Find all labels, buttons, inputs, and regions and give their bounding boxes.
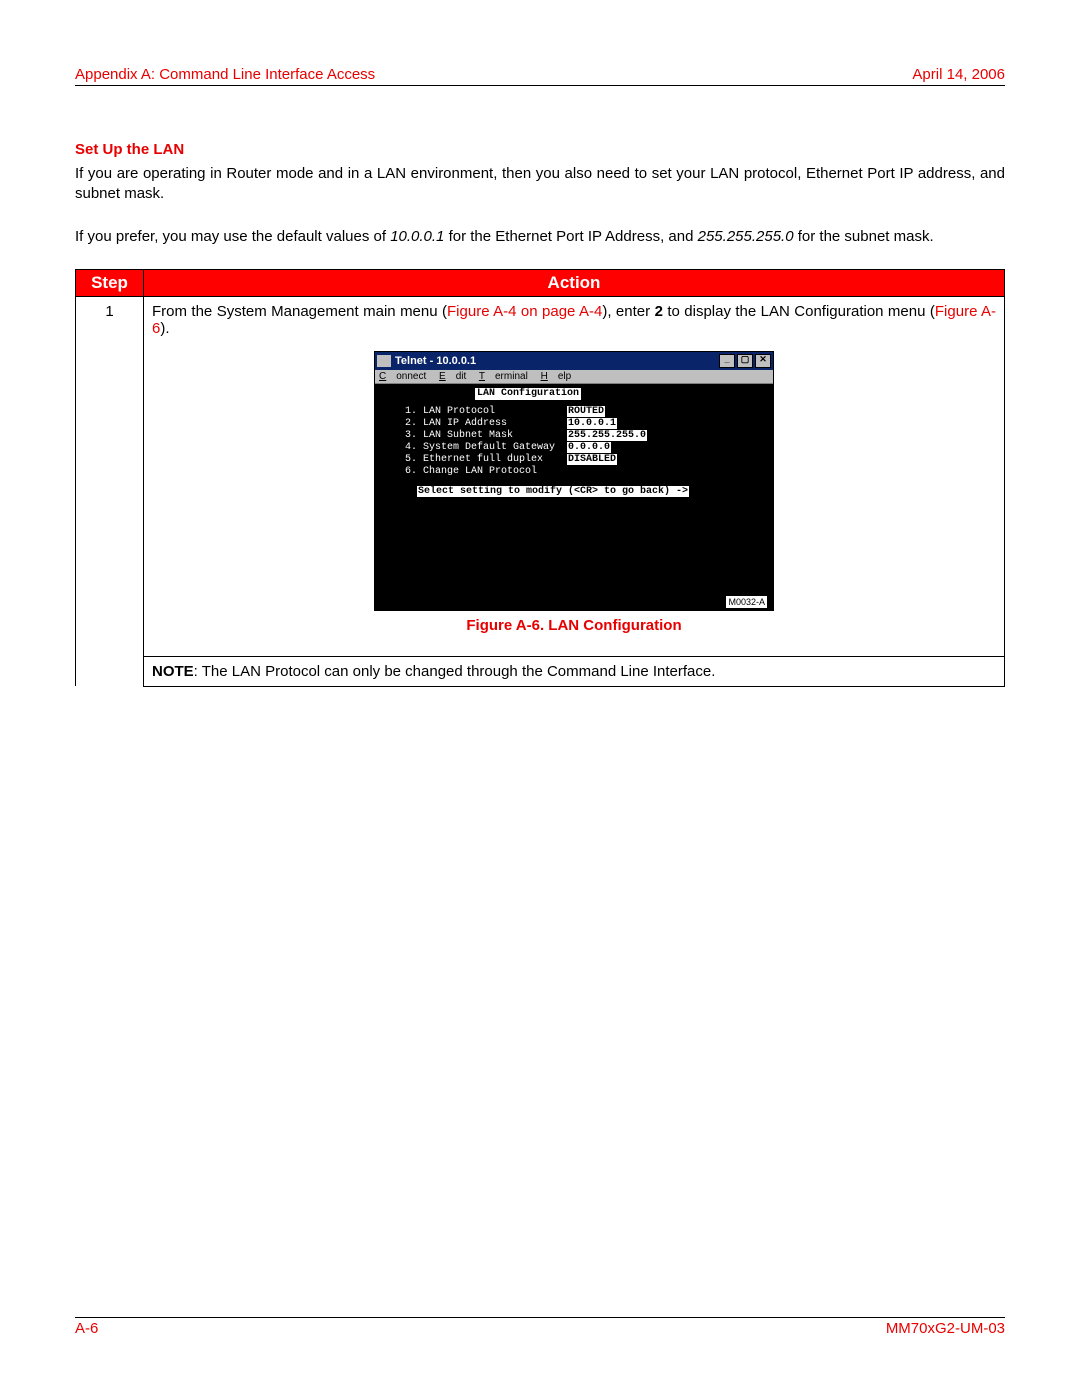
th-step: Step <box>76 269 144 296</box>
minimize-icon[interactable]: _ <box>719 354 735 368</box>
terminal-content: LAN Configuration 1. LAN Protocol ROUTED… <box>375 384 773 610</box>
para2-ip: 10.0.0.1 <box>390 228 444 245</box>
step1-bold: 2 <box>655 303 663 320</box>
footer-right: MM70xG2-UM-03 <box>886 1320 1005 1337</box>
figure-internal-id: M0032-A <box>726 596 767 608</box>
table-header-row: Step Action <box>76 269 1005 296</box>
para2-c: for the subnet mask. <box>794 228 934 245</box>
footer-left: A-6 <box>75 1320 98 1337</box>
para2-b: for the Ethernet Port IP Address, and <box>444 228 697 245</box>
steps-table: Step Action 1 From the System Management… <box>75 269 1005 687</box>
close-icon[interactable]: ✕ <box>755 354 771 368</box>
step1-c: to display the LAN Configuration menu ( <box>663 303 935 320</box>
para2-a: If you prefer, you may use the default v… <box>75 228 390 245</box>
figure-a4-link[interactable]: Figure A-4 on page A-4 <box>447 303 602 320</box>
note-empty-step <box>76 656 144 686</box>
telnet-menubar: CConnectonnect Edit Terminal Help <box>375 370 773 384</box>
step1-b: ), enter <box>602 303 654 320</box>
note-row: NOTE: The LAN Protocol can only be chang… <box>76 656 1005 686</box>
term-row-2: 2. LAN IP Address 10.0.0.1 <box>405 418 743 430</box>
step1-a: From the System Management main menu ( <box>152 303 447 320</box>
menu-help[interactable]: Help <box>541 371 572 382</box>
document-page: Appendix A: Command Line Interface Acces… <box>0 0 1080 1397</box>
terminal-screen-title: LAN Configuration <box>475 388 581 400</box>
section-title: Set Up the LAN <box>75 141 1005 158</box>
menu-connect[interactable]: CConnectonnect <box>379 371 426 382</box>
term-row-5: 5. Ethernet full duplex DISABLED <box>405 454 743 466</box>
table-row: 1 From the System Management main menu (… <box>76 296 1005 656</box>
telnet-titlebar: Telnet - 10.0.0.1 _ ▢ ✕ <box>375 352 773 370</box>
th-action: Action <box>144 269 1005 296</box>
note-body: : The LAN Protocol can only be changed t… <box>194 663 716 680</box>
maximize-icon[interactable]: ▢ <box>737 354 753 368</box>
figure-caption: Figure A-6. LAN Configuration <box>152 617 996 634</box>
window-buttons: _ ▢ ✕ <box>719 354 771 368</box>
term-row-6: 6. Change LAN Protocol <box>405 466 743 478</box>
paragraph-2: If you prefer, you may use the default v… <box>75 227 1005 247</box>
paragraph-1: If you are operating in Router mode and … <box>75 164 1005 205</box>
telnet-title: Telnet - 10.0.0.1 <box>395 355 476 367</box>
page-header: Appendix A: Command Line Interface Acces… <box>75 66 1005 86</box>
note-label: NOTE <box>152 663 194 680</box>
step1-d: ). <box>160 320 169 337</box>
step-action-text: From the System Management main menu (Fi… <box>152 303 996 337</box>
menu-terminal[interactable]: Terminal <box>479 371 528 382</box>
term-row-3: 3. LAN Subnet Mask 255.255.255.0 <box>405 430 743 442</box>
telnet-app-icon <box>377 355 391 367</box>
para2-mask: 255.255.255.0 <box>698 228 794 245</box>
note-text: NOTE: The LAN Protocol can only be chang… <box>152 663 996 680</box>
note-cell: NOTE: The LAN Protocol can only be chang… <box>144 656 1005 686</box>
header-right: April 14, 2006 <box>912 66 1005 83</box>
page-footer: A-6 MM70xG2-UM-03 <box>75 1317 1005 1337</box>
step-number: 1 <box>76 296 144 656</box>
menu-edit[interactable]: Edit <box>439 371 466 382</box>
step-action-cell: From the System Management main menu (Fi… <box>144 296 1005 656</box>
header-left: Appendix A: Command Line Interface Acces… <box>75 66 375 83</box>
telnet-window: Telnet - 10.0.0.1 _ ▢ ✕ CConnectonnect E… <box>374 351 774 611</box>
terminal-prompt: Select setting to modify (<CR> to go bac… <box>417 486 743 498</box>
term-row-1: 1. LAN Protocol ROUTED <box>405 406 743 418</box>
term-row-4: 4. System Default Gateway 0.0.0.0 <box>405 442 743 454</box>
